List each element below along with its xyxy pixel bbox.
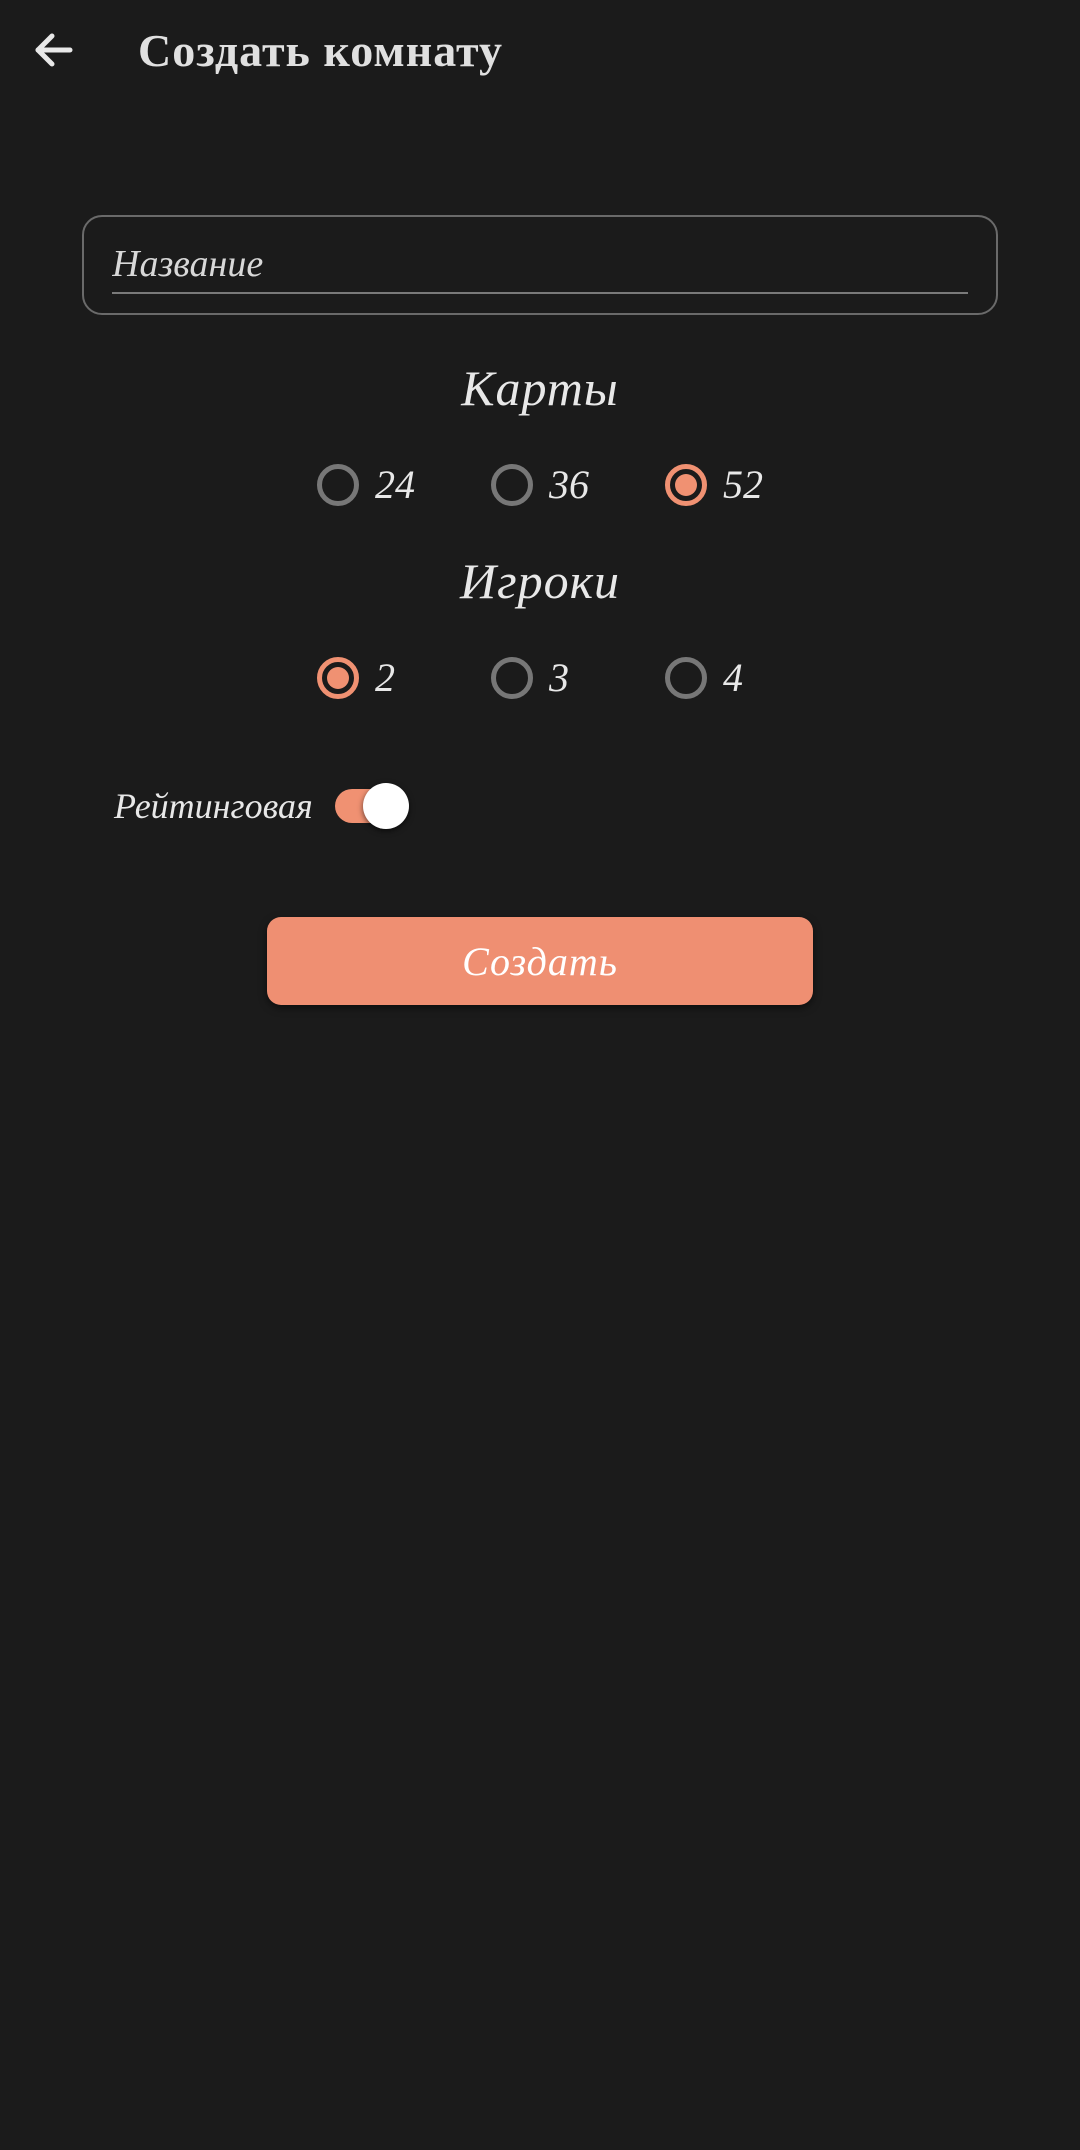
radio-icon <box>665 657 707 699</box>
rating-toggle[interactable] <box>335 789 405 823</box>
radio-icon <box>491 657 533 699</box>
players-section-title: Игроки <box>82 552 998 610</box>
content: Карты 24 36 52 Игроки 2 3 4 Рейтинговая <box>0 100 1080 1005</box>
cards-option-label: 52 <box>723 461 763 508</box>
players-option-label: 4 <box>723 654 763 701</box>
players-option-label: 2 <box>375 654 415 701</box>
room-name-field[interactable] <box>82 215 998 315</box>
players-option-2[interactable]: 2 <box>317 654 415 701</box>
cards-option-24[interactable]: 24 <box>317 461 415 508</box>
radio-icon <box>317 657 359 699</box>
create-button[interactable]: Создать <box>267 917 813 1005</box>
players-option-3[interactable]: 3 <box>491 654 589 701</box>
cards-radio-group: 24 36 52 <box>82 461 998 508</box>
page-title: Создать комнату <box>138 24 503 77</box>
back-icon[interactable] <box>30 26 78 74</box>
rating-toggle-row: Рейтинговая <box>82 785 998 827</box>
players-option-label: 3 <box>549 654 589 701</box>
radio-icon <box>317 464 359 506</box>
room-name-input[interactable] <box>112 240 968 294</box>
players-radio-group: 2 3 4 <box>82 654 998 701</box>
cards-option-52[interactable]: 52 <box>665 461 763 508</box>
radio-icon <box>665 464 707 506</box>
rating-toggle-label: Рейтинговая <box>114 785 313 827</box>
cards-option-label: 24 <box>375 461 415 508</box>
cards-section-title: Карты <box>82 359 998 417</box>
cards-option-36[interactable]: 36 <box>491 461 589 508</box>
switch-knob-icon <box>363 783 409 829</box>
radio-icon <box>491 464 533 506</box>
players-option-4[interactable]: 4 <box>665 654 763 701</box>
header: Создать комнату <box>0 0 1080 100</box>
cards-option-label: 36 <box>549 461 589 508</box>
